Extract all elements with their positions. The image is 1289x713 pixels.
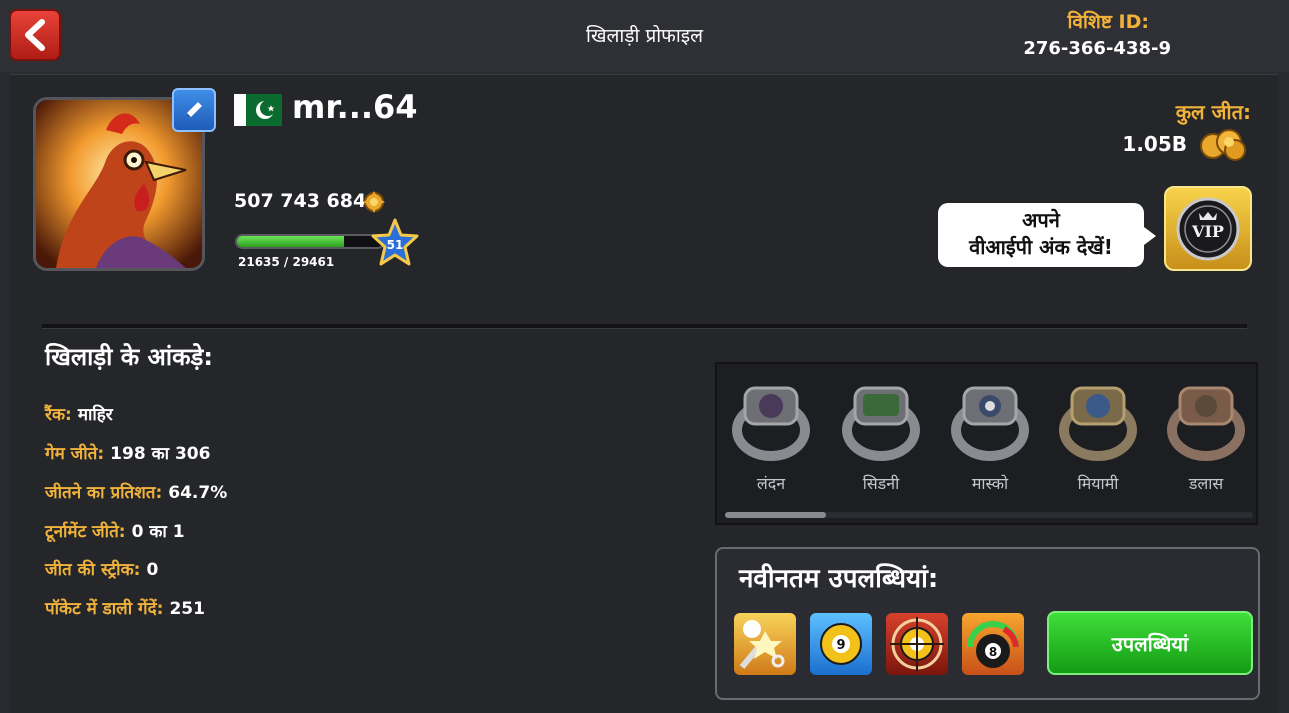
vip-badge-icon: VIP [1176,197,1240,260]
ring-sydney-icon [842,386,920,461]
section-divider [42,324,1247,329]
stat-tournaments-won: टूर्नामेंट जीते: 0 का 1 [45,519,185,542]
achievement-item[interactable] [886,613,948,675]
ring-label: सिडनी [862,474,900,493]
achievement-item[interactable] [734,613,796,675]
ring-dallas[interactable]: डलास [1161,378,1251,494]
ring-label: मास्को [971,474,1009,493]
vip-points-callout[interactable]: अपने वीआईपी अंक देखें! [938,203,1156,267]
ring-london-icon [732,386,810,461]
stat-value: 198 का 306 [110,444,211,464]
pakistan-flag-icon [234,94,282,126]
target-nine-ball-icon [890,617,944,671]
stat-win-streak: जीत की स्ट्रीक: 0 [45,557,158,580]
stat-label: पॉकेट में डाली गेंदें: [45,599,164,619]
xp-progress-fill [237,236,345,247]
ring-dallas-icon [1167,386,1245,461]
stat-label: जीतने का प्रतिशत: [45,483,163,503]
level-star-icon: 51 [371,218,419,266]
ring-moscow[interactable]: मास्को [945,378,1035,494]
level-number: 51 [387,238,404,252]
carousel-scroll-thumb[interactable] [725,512,826,518]
coin-balance: 507 743 684 [234,190,367,212]
eight-ball-gauge-icon: 8 [967,621,1019,668]
username: mr...64 [292,88,418,126]
vip-button[interactable]: VIP [1164,186,1252,271]
xp-text: 21635 / 29461 [238,255,335,269]
rings-carousel[interactable]: लंदन सिडनी मास्को मियामी डलास [715,362,1258,525]
stat-value: 251 [169,599,205,619]
stat-games-won: गेम जीते: 198 का 306 [45,441,210,464]
stat-balls-potted: पॉकेट में डाली गेंदें: 251 [45,596,205,619]
vip-callout-line1: अपने [1022,208,1060,232]
ring-label: डलास [1188,474,1224,493]
nine-ball-icon: 9 [820,623,862,665]
edit-profile-button[interactable] [172,88,216,132]
stat-value: 64.7% [168,483,228,503]
latest-achievements-title: नवीनतम उपलब्धियां: [739,564,939,594]
stat-win-percentage: जीतने का प्रतिशत: 64.7% [45,480,227,503]
unique-id-value: 276-366-438-9 [1023,38,1171,59]
ring-moscow-icon [951,386,1029,461]
svg-text:8: 8 [989,645,997,659]
coins-icon [363,191,385,213]
ring-sydney[interactable]: सिडनी [836,378,926,494]
latest-achievements-panel: नवीनतम उपलब्धियां: 9 8 उपलब्धियां [715,547,1260,700]
stat-value: माहिर [77,405,113,425]
stat-label: जीत की स्ट्रीक: [45,560,141,580]
achievements-button[interactable]: उपलब्धियां [1047,611,1253,675]
cue-ball-break-icon [739,620,785,669]
total-winnings-label: कुल जीत: [1175,100,1251,124]
xp-progress-bar [235,234,385,249]
svg-text:9: 9 [836,638,845,653]
vip-callout-line2: वीआईपी अंक देखें! [969,235,1113,259]
coin-stack-icon [1200,129,1246,161]
pencil-icon [186,102,202,118]
stat-label: रैंक: [45,405,72,425]
achievement-item[interactable]: 8 [962,613,1024,675]
player-stats-title: खिलाड़ी के आंकड़े: [45,343,213,371]
stat-rank: रैंक: माहिर [45,402,113,425]
ring-miami-icon [1059,386,1137,461]
stat-value: 0 [146,560,159,580]
unique-id-label: विशिष्ट ID: [1067,11,1149,33]
stat-label: टूर्नामेंट जीते: [45,522,126,542]
achievement-item[interactable]: 9 [810,613,872,675]
stat-label: गेम जीते: [45,444,105,464]
ring-london[interactable]: लंदन [726,378,816,494]
carousel-scrollbar[interactable] [725,512,1253,518]
top-bar: खिलाड़ी प्रोफाइल विशिष्ट ID: 276-366-438… [0,0,1289,72]
total-winnings-value: 1.05B [1122,132,1187,156]
vip-badge-text: VIP [1191,222,1224,241]
ring-miami[interactable]: मियामी [1053,378,1143,494]
stat-value: 0 का 1 [131,522,185,542]
ring-label: लंदन [756,474,786,493]
ring-label: मियामी [1077,474,1119,493]
